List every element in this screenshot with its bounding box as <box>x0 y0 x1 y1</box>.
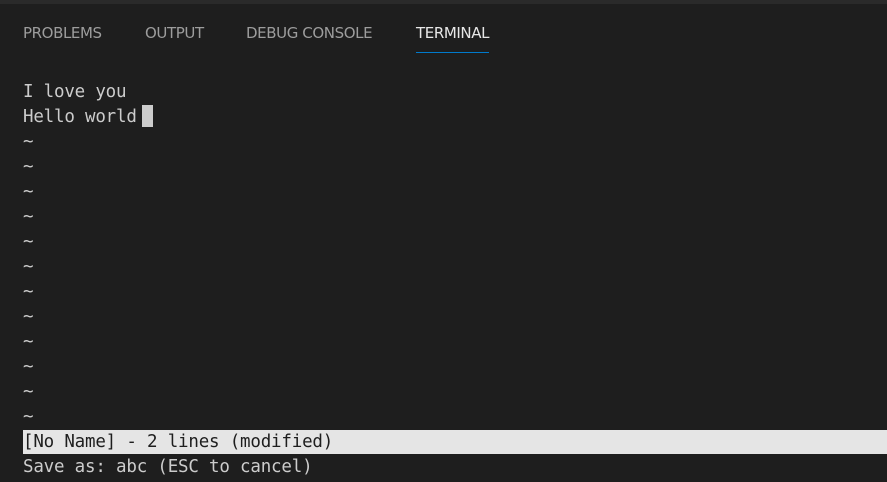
empty-line-marker: ~ <box>23 357 34 377</box>
editor-line-1: I love you <box>23 82 127 102</box>
editor-status-bar: [No Name] - 2 lines (modified) <box>23 430 887 454</box>
tab-terminal[interactable]: TERMINAL <box>416 24 490 53</box>
tab-terminal-label: TERMINAL <box>416 24 490 42</box>
text-cursor <box>141 105 153 127</box>
terminal-content[interactable]: I love you Hello world ~ ~ ~ ~ ~ ~ ~ ~ ~ ~ ~ ~ [No … <box>0 80 887 482</box>
tab-problems[interactable]: PROBLEMS <box>23 24 102 42</box>
empty-line-marker: ~ <box>23 382 34 402</box>
editor-line-2: Hello world <box>23 105 153 130</box>
tab-output[interactable]: OUTPUT <box>145 24 204 42</box>
empty-line-marker: ~ <box>23 157 34 177</box>
empty-line-marker: ~ <box>23 257 34 277</box>
empty-line-marker: ~ <box>23 132 34 152</box>
empty-line-marker: ~ <box>23 282 34 302</box>
terminal-panel: PROBLEMS OUTPUT DEBUG CONSOLE TERMINAL I… <box>0 0 887 482</box>
empty-line-marker: ~ <box>23 307 34 327</box>
empty-line-marker: ~ <box>23 207 34 227</box>
empty-line-marker: ~ <box>23 182 34 202</box>
editor-line-2-text: Hello world <box>23 107 137 127</box>
tab-debug-console[interactable]: DEBUG CONSOLE <box>246 24 373 42</box>
empty-line-marker: ~ <box>23 407 34 427</box>
empty-line-marker: ~ <box>23 332 34 352</box>
save-as-prompt[interactable]: Save as: abc (ESC to cancel) <box>23 455 313 480</box>
panel-tab-bar: PROBLEMS OUTPUT DEBUG CONSOLE TERMINAL <box>0 4 887 56</box>
empty-line-marker: ~ <box>23 232 34 252</box>
active-tab-indicator <box>416 52 490 53</box>
status-info: [No Name] - 2 lines (modified) <box>23 432 334 452</box>
